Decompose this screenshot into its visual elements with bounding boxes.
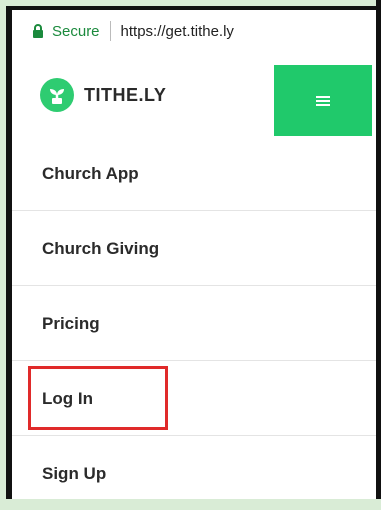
lock-icon: [32, 24, 44, 38]
screenshot-frame: Secure https://get.tithe.ly TITHE.LY Chu: [0, 0, 381, 499]
nav-item-pricing[interactable]: Pricing: [12, 286, 376, 361]
hamburger-icon: [316, 94, 330, 108]
url-text[interactable]: https://get.tithe.ly: [121, 23, 234, 40]
site-logo[interactable]: TITHE.LY: [40, 78, 166, 112]
nav-item-label: Sign Up: [42, 464, 107, 483]
nav-item-church-app[interactable]: Church App: [12, 136, 376, 211]
plant-icon: [40, 78, 74, 112]
nav-item-label: Church App: [42, 164, 139, 183]
logo-text: TITHE.LY: [84, 84, 167, 105]
nav-item-church-giving[interactable]: Church Giving: [12, 211, 376, 286]
browser-address-bar[interactable]: Secure https://get.tithe.ly: [12, 10, 376, 53]
address-separator: [109, 21, 111, 41]
frame-border-right: [376, 0, 381, 499]
login-highlight-box: [28, 366, 168, 430]
site-header: TITHE.LY: [12, 52, 376, 137]
nav-item-label: Pricing: [42, 314, 100, 333]
secure-label: Secure: [52, 22, 100, 40]
nav-item-label: Church Giving: [42, 239, 160, 258]
nav-menu: Church App Church Giving Pricing Log In …: [12, 136, 376, 499]
menu-button[interactable]: [274, 65, 372, 137]
